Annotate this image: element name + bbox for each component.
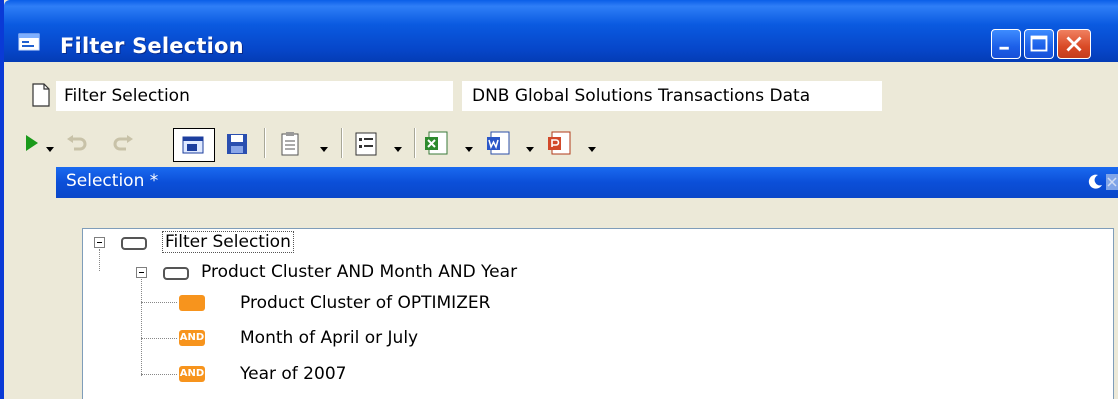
selection-panel-header: Selection * <box>56 167 1118 198</box>
and-operator-icon: AND <box>179 366 205 382</box>
dataset-name-field[interactable]: DNB Global Solutions Transactions Data <box>462 81 882 111</box>
powerpoint-icon[interactable] <box>547 130 573 158</box>
group-node-icon <box>121 237 147 250</box>
notes-icon[interactable] <box>280 131 300 157</box>
maximize-icon <box>1030 35 1048 52</box>
tree-root-label[interactable]: Filter Selection <box>162 231 294 253</box>
excel-icon[interactable] <box>424 130 450 158</box>
pin-icon[interactable] <box>1086 173 1104 191</box>
save-icon[interactable] <box>225 132 249 156</box>
undo-icon[interactable] <box>66 135 88 153</box>
tree-connector <box>99 249 100 271</box>
close-icon <box>1066 36 1082 52</box>
maximize-button[interactable] <box>1024 29 1054 59</box>
selection-panel-title: Selection * <box>66 171 159 191</box>
filter-selection-window: Filter Selection Filter Selection DNB Gl… <box>0 0 1118 399</box>
toolbar-separator <box>341 128 343 158</box>
filter-tree[interactable]: Filter Selection Product Cluster AND Mon… <box>82 228 1114 399</box>
word-dropdown-chevron-down-icon[interactable] <box>526 147 534 152</box>
group-node-icon <box>163 267 189 280</box>
group-collapse-toggle[interactable] <box>136 267 147 278</box>
window-title: Filter Selection <box>60 34 244 58</box>
tree-connector <box>141 302 177 303</box>
tree-condition-item[interactable]: Month of April or July <box>240 328 418 348</box>
close-button[interactable] <box>1057 29 1091 59</box>
tree-connector <box>141 338 177 339</box>
root-collapse-toggle[interactable] <box>94 237 105 248</box>
powerpoint-dropdown-chevron-down-icon[interactable] <box>588 147 596 152</box>
lock-icon <box>182 136 204 154</box>
run-icon[interactable] <box>24 134 40 152</box>
tree-condition-item[interactable]: Product Cluster of OPTIMIZER <box>240 293 490 313</box>
redo-icon[interactable] <box>112 135 134 153</box>
word-icon[interactable] <box>486 130 512 158</box>
list-dropdown-chevron-down-icon[interactable] <box>394 147 402 152</box>
tree-connector <box>141 374 177 375</box>
panel-close-icon[interactable] <box>1106 174 1118 190</box>
toolbar-separator <box>414 128 416 158</box>
and-operator-icon: AND <box>179 330 205 346</box>
window-app-icon <box>18 33 40 51</box>
condition-tag-icon <box>179 295 205 311</box>
document-icon <box>32 83 50 107</box>
minimize-button[interactable] <box>991 29 1021 59</box>
lock-toggle-button[interactable] <box>173 128 215 162</box>
tree-condition-item[interactable]: Year of 2007 <box>240 364 346 384</box>
filter-name-field[interactable]: Filter Selection <box>56 81 453 111</box>
run-dropdown-chevron-down-icon[interactable] <box>46 147 54 152</box>
tree-connector <box>141 279 142 376</box>
toolbar-separator <box>264 128 266 158</box>
list-icon[interactable] <box>354 131 378 157</box>
notes-dropdown-chevron-down-icon[interactable] <box>320 147 328 152</box>
minimize-icon <box>999 46 1009 50</box>
title-bar[interactable]: Filter Selection <box>4 0 1118 62</box>
excel-dropdown-chevron-down-icon[interactable] <box>465 147 473 152</box>
tree-group-label[interactable]: Product Cluster AND Month AND Year <box>201 262 517 282</box>
